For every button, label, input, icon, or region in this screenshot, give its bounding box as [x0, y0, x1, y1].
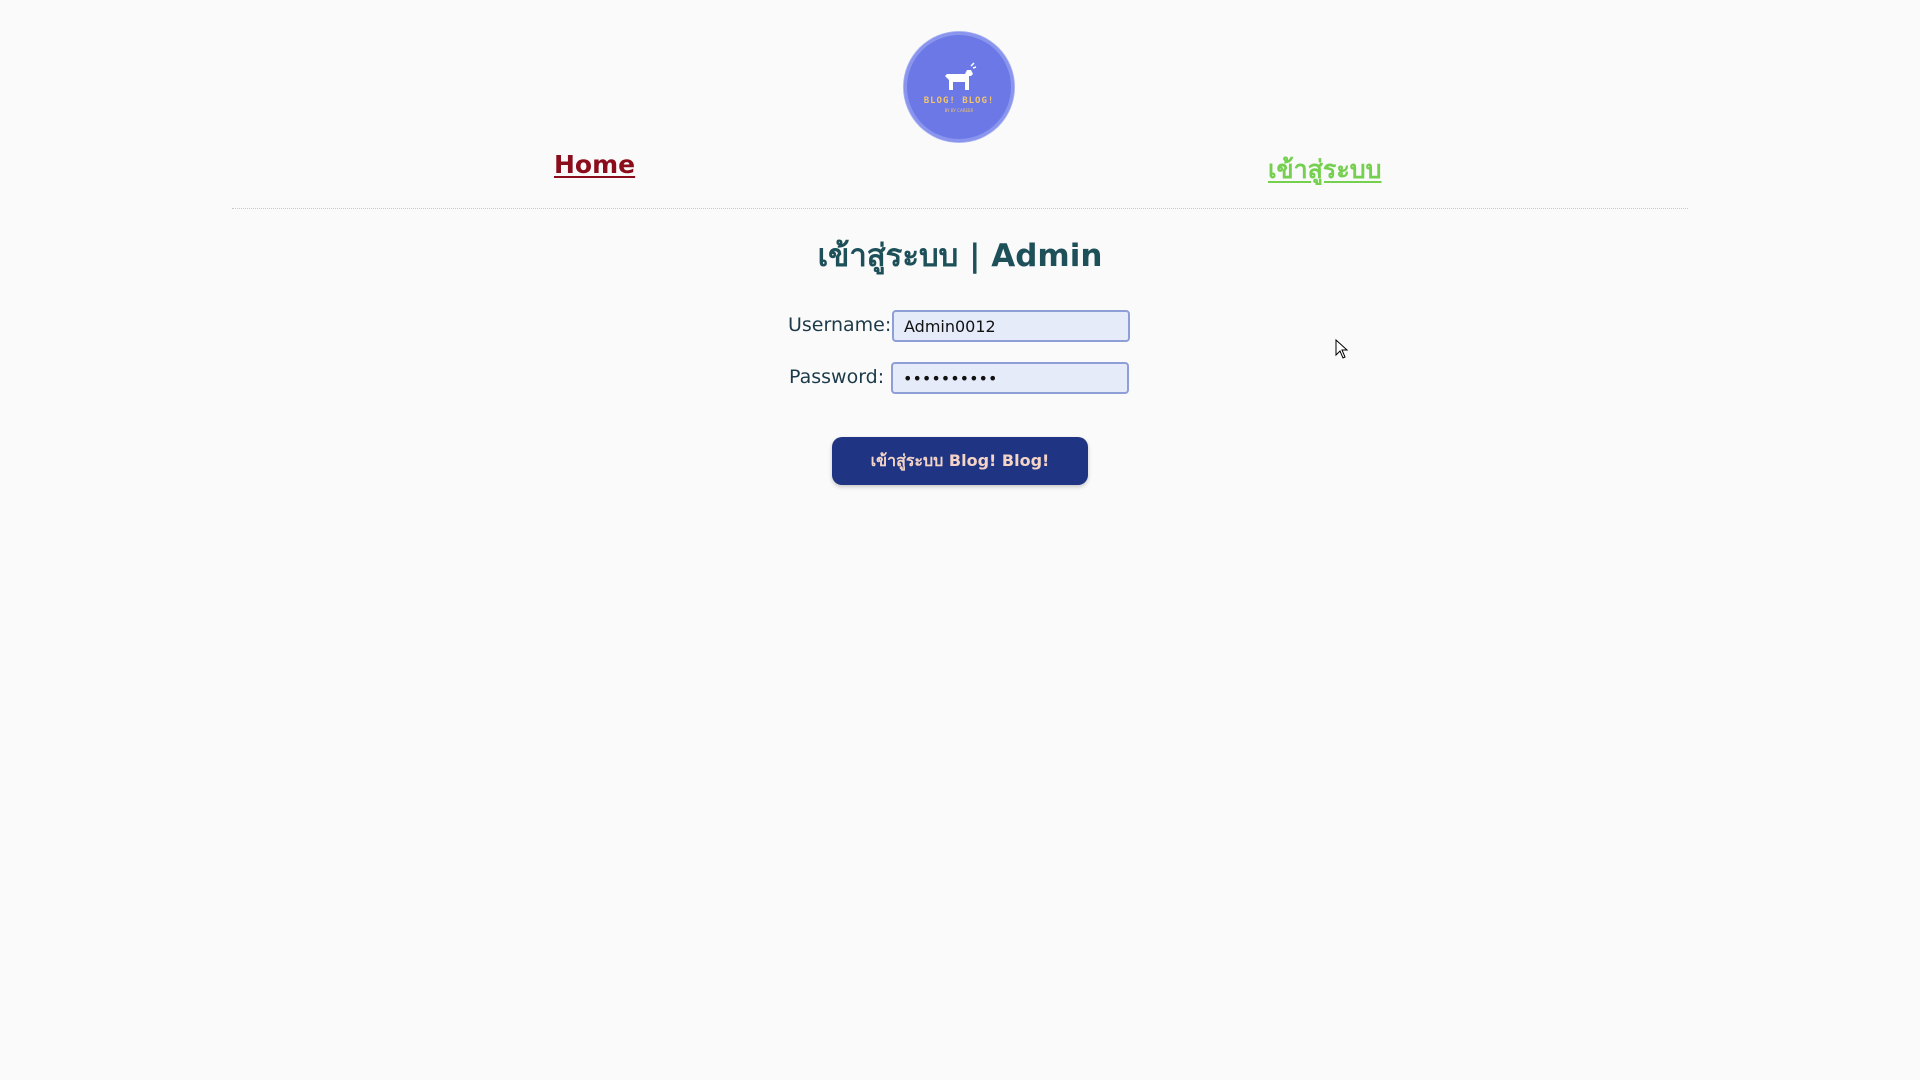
logo-subtext: BY BY CAREER — [944, 107, 974, 113]
mouse-cursor-icon — [1335, 339, 1349, 359]
password-input[interactable] — [891, 362, 1129, 394]
username-label: Username: — [788, 314, 892, 336]
nav-home-link[interactable]: Home — [554, 150, 635, 179]
site-logo[interactable]: BLOG! BLOG! BY BY CAREER — [904, 32, 1014, 142]
header-divider — [232, 208, 1688, 209]
logo-text: BLOG! BLOG! — [923, 95, 995, 106]
nav-login-link[interactable]: เข้าสู่ระบบ — [1268, 150, 1382, 190]
login-submit-button[interactable]: เข้าสู่ระบบ Blog! Blog! — [832, 437, 1088, 485]
login-page: BLOG! BLOG! BY BY CAREER Home เข้าสู่ระบ… — [0, 0, 1920, 1080]
page-title: เข้าสู่ระบบ | Admin — [817, 238, 1103, 274]
password-label: Password: — [789, 366, 885, 388]
username-input[interactable] — [892, 310, 1130, 342]
dog-icon — [945, 61, 977, 90]
